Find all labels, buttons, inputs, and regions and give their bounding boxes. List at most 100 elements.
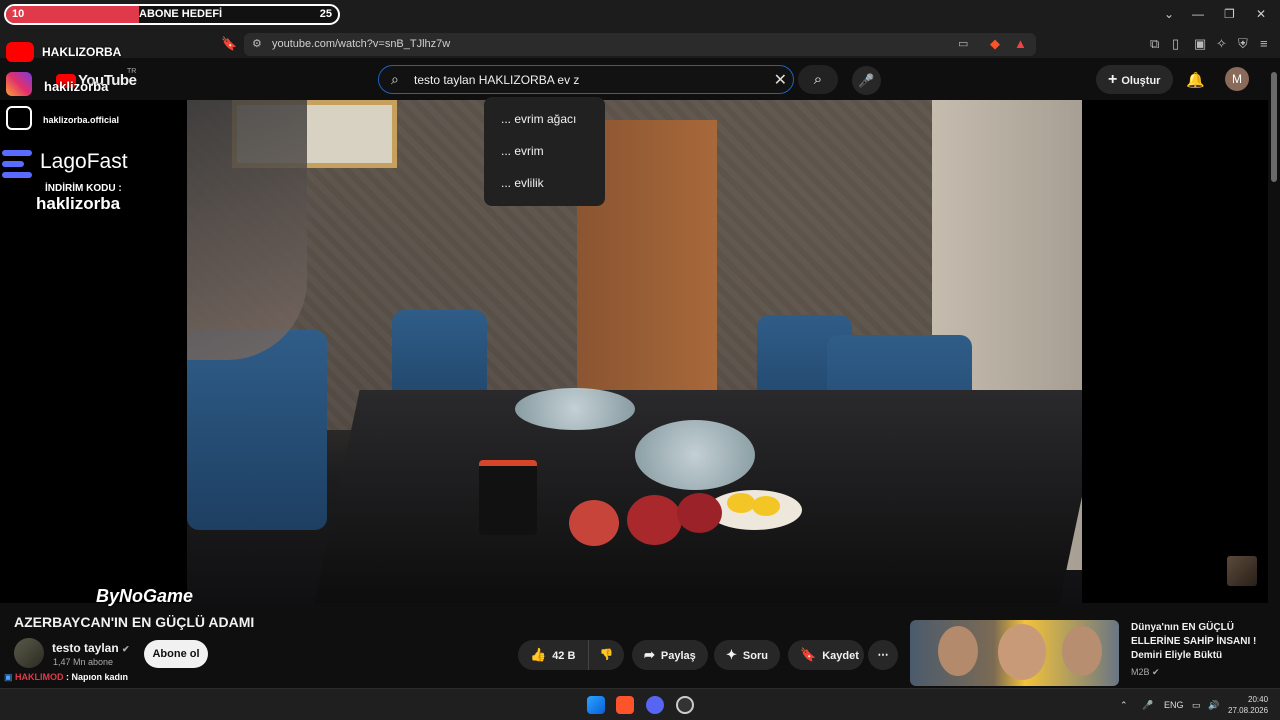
search-suggestions: ... evrim ağacı ... evrim ... evlilik <box>484 97 605 206</box>
overlay-youtube-handle: HAKLIZORBA <box>42 45 122 59</box>
brave-shield-icon[interactable]: ◆ <box>990 36 1000 52</box>
suggestion-item[interactable]: ... evrim <box>501 144 544 158</box>
minimize-icon[interactable]: — <box>1192 7 1204 21</box>
chat-badge-icon: ▣ <box>4 672 13 682</box>
share-label: Paylaş <box>660 650 696 662</box>
video-arm <box>187 100 307 360</box>
share-icon: ➦ <box>644 647 655 662</box>
thumbs-up-icon: 👍 <box>530 647 547 662</box>
close-window-icon[interactable]: ✕ <box>1256 7 1266 21</box>
url-text: youtube.com/watch?v=snB_TJlhz7w <box>272 38 451 50</box>
dislike-button[interactable]: 👎 <box>588 640 624 670</box>
taskbar-clock[interactable]: 20:40 27.08.2026 <box>1228 694 1268 716</box>
wallet-icon[interactable]: ▣ <box>1194 36 1206 52</box>
overlay-sponsor: LagoFast <box>40 150 128 173</box>
brave-browser-icon[interactable] <box>616 696 634 714</box>
subscriber-goal-bar: 10 ABONE HEDEFİ 25 <box>4 4 340 25</box>
overlay-bynogame-logo: ByNoGame <box>96 586 194 606</box>
recommended-video-title[interactable]: Dünya'nın EN GÜÇLÜ ELLERİNE SAHİP İNSANI… <box>1131 621 1261 663</box>
brave-rewards-icon[interactable]: ▲ <box>1014 36 1027 51</box>
tab-list-chevron-icon[interactable]: ⌄ <box>1164 7 1174 21</box>
extensions-icon[interactable]: ⧉ <box>1150 36 1159 52</box>
ask-button[interactable]: ✦ Soru <box>714 640 780 670</box>
search-input[interactable]: testo taylan HAKLIZORBA ev z <box>414 73 579 87</box>
thumbs-down-icon: 👎 <box>599 649 614 661</box>
discord-icon[interactable] <box>646 696 664 714</box>
sidebar-icon[interactable]: ▯ <box>1172 36 1179 52</box>
video-title: AZERBAYCAN'IN EN GÜÇLÜ ADAMI <box>14 614 255 630</box>
app-icon[interactable] <box>676 696 694 714</box>
subscriber-goal-label: ABONE HEDEFİ <box>139 8 223 20</box>
create-button[interactable]: + Oluştur <box>1096 65 1173 94</box>
tray-microphone-icon[interactable]: 🎤 <box>1142 700 1153 711</box>
subscriber-goal-fill <box>6 6 139 23</box>
voice-search-button[interactable]: 🎤 <box>852 66 881 95</box>
video-lemon <box>752 496 780 516</box>
sparkle-icon: ✦ <box>726 647 737 662</box>
windows-taskbar: ⌃ 🎤 ENG ▭ 🔊 20:40 27.08.2026 <box>0 688 1280 720</box>
vpn-icon[interactable]: ⛨ <box>1238 36 1248 52</box>
video-apple <box>627 495 682 545</box>
menu-icon[interactable]: ≡ <box>1260 36 1268 51</box>
address-bar-row: 🔖 ⚙ youtube.com/watch?v=snB_TJlhz7w ▭ ◆ … <box>0 30 1280 58</box>
overlay-instagram-icon <box>6 72 32 96</box>
more-actions-button[interactable]: ⋯ <box>868 640 898 670</box>
volume-icon[interactable]: 🔊 <box>1208 700 1219 711</box>
recommended-channel[interactable]: M2B ✔ <box>1131 667 1160 678</box>
search-box[interactable]: ⌕ testo taylan HAKLIZORBA ev z ✕ <box>378 65 794 94</box>
verified-icon: ✔ <box>122 644 130 654</box>
chat-text: : Napıon kadın <box>66 672 129 682</box>
share-button[interactable]: ➦ Paylaş <box>632 640 708 670</box>
youtube-header: YouTube TR ⌕ testo taylan HAKLIZORBA ev … <box>0 58 1280 100</box>
overlay-discount-label: İNDİRİM KODU : <box>45 183 122 194</box>
ask-label: Soru <box>742 650 768 662</box>
save-label: Kaydet <box>822 650 859 662</box>
leo-ai-icon[interactable]: ✧ <box>1216 36 1227 52</box>
recommended-channel-name: M2B <box>1131 667 1150 677</box>
streamer-webcam <box>1227 556 1257 586</box>
channel-name[interactable]: testo taylan ✔ <box>52 641 130 655</box>
subscriber-goal-current: 10 <box>12 8 25 20</box>
maximize-icon[interactable]: ❐ <box>1224 7 1235 21</box>
channel-name-text: testo taylan <box>52 641 119 655</box>
url-bar[interactable]: ⚙ youtube.com/watch?v=snB_TJlhz7w ▭ ◆ ▲ <box>244 33 1036 56</box>
video-player[interactable] <box>187 100 1082 603</box>
subscriber-goal-target: 25 <box>319 8 332 20</box>
video-bowl <box>635 420 755 490</box>
search-button-icon: ⌕ <box>813 71 823 88</box>
thumbnail-face <box>1062 626 1102 676</box>
video-apple <box>677 493 722 533</box>
like-button[interactable]: 👍 42 B <box>518 640 588 670</box>
search-icon: ⌕ <box>391 71 399 87</box>
suggestion-item[interactable]: ... evrim ağacı <box>501 112 576 126</box>
clock-time: 20:40 <box>1248 695 1269 704</box>
account-avatar[interactable]: M <box>1225 67 1249 91</box>
scrollbar-thumb[interactable] <box>1271 72 1277 182</box>
right-pillarbox <box>1082 100 1268 603</box>
microphone-icon: 🎤 <box>858 73 875 88</box>
video-lemon <box>727 493 755 513</box>
tray-chevron-icon[interactable]: ⌃ <box>1120 700 1128 711</box>
browser-titlebar: 10 ABONE HEDEFİ 25 ⌄ — ❐ ✕ <box>0 0 1280 30</box>
cast-icon[interactable]: ▭ <box>958 37 968 50</box>
clock-date: 27.08.2026 <box>1228 706 1269 715</box>
notifications-bell-icon[interactable]: 🔔 <box>1186 71 1205 89</box>
network-icon[interactable]: ▭ <box>1192 700 1201 711</box>
page-scrollbar[interactable] <box>1268 58 1280 688</box>
subscriber-count: 1,47 Mn abone <box>53 657 114 667</box>
thumbnail-face <box>998 624 1046 680</box>
start-windows-icon[interactable] <box>587 696 605 714</box>
channel-avatar[interactable] <box>14 638 44 668</box>
clear-search-icon[interactable]: ✕ <box>774 70 787 90</box>
suggestion-item[interactable]: ... evlilik <box>501 176 544 190</box>
save-button[interactable]: 🔖 Kaydet <box>788 640 864 670</box>
bookmark-save-icon: 🔖 <box>800 647 817 662</box>
keyboard-language[interactable]: ENG <box>1164 700 1184 710</box>
bookmark-icon[interactable]: 🔖 <box>221 36 237 52</box>
site-settings-icon[interactable]: ⚙ <box>252 37 262 50</box>
video-chair <box>187 330 327 530</box>
search-button[interactable]: ⌕ <box>798 65 838 94</box>
recommended-video-thumbnail[interactable] <box>910 620 1119 686</box>
chat-message: ▣ HAKLIMOD : Napıon kadın <box>4 672 128 683</box>
subscribe-button[interactable]: Abone ol <box>144 640 208 668</box>
